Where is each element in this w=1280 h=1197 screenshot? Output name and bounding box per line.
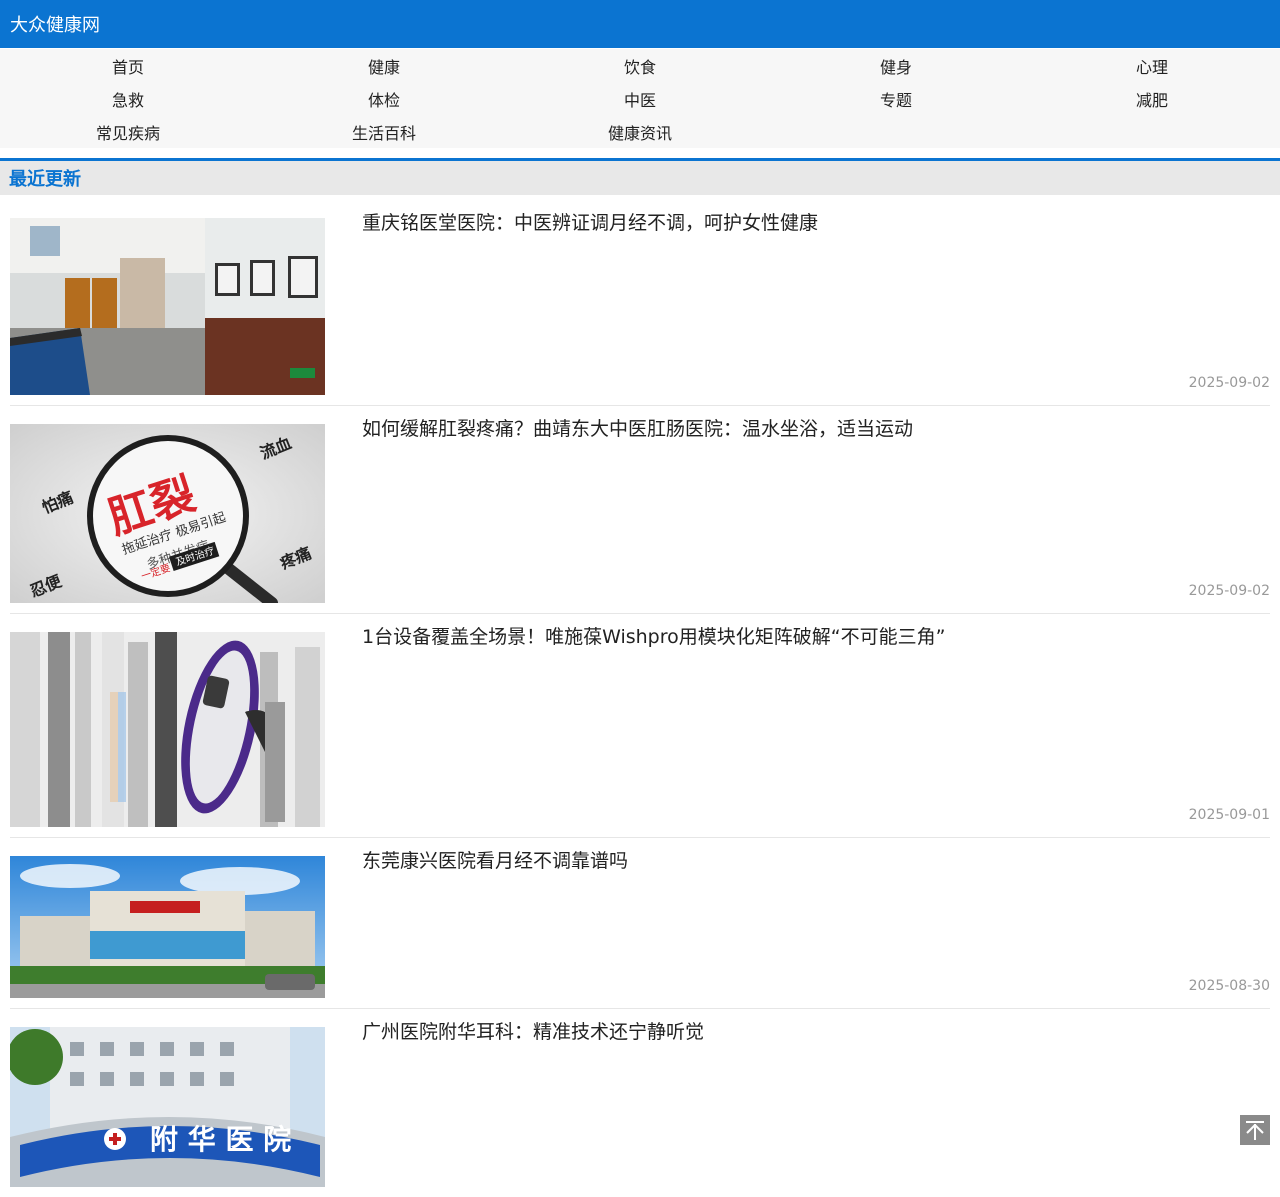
article-thumbnail[interactable]	[10, 856, 325, 998]
arrow-up-icon	[1246, 1121, 1264, 1140]
anal-fissure-image: 肛裂 拖延治疗 极易引起 多种并发症 一定要 及时治疗 流血 怕痛 疼痛 忍便	[10, 424, 325, 603]
article-body: 东莞康兴医院看月经不调靠谱吗 2025-08-30	[325, 850, 1270, 998]
nav-item-fitness[interactable]: 健身	[768, 49, 1024, 82]
site-header: 大众健康网	[0, 0, 1280, 48]
article-date: 2025-09-02	[1188, 583, 1270, 599]
article-item[interactable]: 肛裂 拖延治疗 极易引起 多种并发症 一定要 及时治疗 流血 怕痛 疼痛 忍便 …	[10, 406, 1270, 614]
article-thumbnail[interactable]: 附 华 医 院	[10, 1027, 325, 1187]
hospital-building-image	[10, 856, 325, 998]
article-title[interactable]: 广州医院附华耳科：精准技术还宁静听觉	[362, 1017, 704, 1047]
article-title[interactable]: 东莞康兴医院看月经不调靠谱吗	[362, 846, 628, 876]
nav-item-weight-loss[interactable]: 减肥	[1024, 82, 1280, 115]
beauty-device-image	[10, 632, 325, 827]
nav-item-life-encyclopedia[interactable]: 生活百科	[256, 115, 512, 148]
article-body: 1台设备覆盖全场景！唯施葆Wishpro用模块化矩阵破解“不可能三角” 2025…	[325, 626, 1270, 827]
article-list: 重庆铭医堂医院：中医辨证调月经不调，呵护女性健康 2025-09-02 肛裂 拖…	[0, 195, 1280, 1197]
article-date: 2025-09-02	[1188, 375, 1270, 391]
nav-item-psychology[interactable]: 心理	[1024, 49, 1280, 82]
article-item[interactable]: 附 华 医 院 广州医院附华耳科：精准技术还宁静听觉	[10, 1009, 1270, 1197]
image-sign-text: 附 华 医 院	[150, 1123, 291, 1156]
nav-item-health-news[interactable]: 健康资讯	[512, 115, 768, 148]
article-title[interactable]: 重庆铭医堂医院：中医辨证调月经不调，呵护女性健康	[362, 208, 818, 238]
nav-item-first-aid[interactable]: 急救	[0, 82, 256, 115]
article-body: 广州医院附华耳科：精准技术还宁静听觉	[325, 1021, 1270, 1187]
nav-item-checkup[interactable]: 体检	[256, 82, 512, 115]
nav-item-diet[interactable]: 饮食	[512, 49, 768, 82]
site-title[interactable]: 大众健康网	[10, 11, 100, 37]
nav-item-home[interactable]: 首页	[0, 49, 256, 82]
article-body: 重庆铭医堂医院：中医辨证调月经不调，呵护女性健康 2025-09-02	[325, 212, 1270, 395]
main-nav: 首页 健康 饮食 健身 心理 急救 体检 中医 专题 减肥 常见疾病 生活百科 …	[0, 49, 1280, 148]
section-title: 最近更新	[9, 169, 81, 190]
article-thumbnail[interactable]	[10, 218, 325, 395]
article-item[interactable]: 重庆铭医堂医院：中医辨证调月经不调，呵护女性健康 2025-09-02	[10, 195, 1270, 406]
nav-item-tcm[interactable]: 中医	[512, 82, 768, 115]
article-item[interactable]: 东莞康兴医院看月经不调靠谱吗 2025-08-30	[10, 838, 1270, 1009]
article-thumbnail[interactable]: 肛裂 拖延治疗 极易引起 多种并发症 一定要 及时治疗 流血 怕痛 疼痛 忍便	[10, 424, 325, 603]
article-item[interactable]: 1台设备覆盖全场景！唯施葆Wishpro用模块化矩阵破解“不可能三角” 2025…	[10, 614, 1270, 838]
nav-item-health[interactable]: 健康	[256, 49, 512, 82]
fuhua-hospital-image: 附 华 医 院	[10, 1027, 325, 1187]
clinic-lobby-image	[10, 218, 325, 395]
article-date: 2025-08-30	[1188, 978, 1270, 994]
back-to-top-button[interactable]	[1240, 1115, 1270, 1145]
article-body: 如何缓解肛裂疼痛？曲靖东大中医肛肠医院：温水坐浴，适当运动 2025-09-02	[325, 418, 1270, 603]
article-thumbnail[interactable]	[10, 632, 325, 827]
nav-item-common-diseases[interactable]: 常见疾病	[0, 115, 256, 148]
section-header: 最近更新	[0, 158, 1280, 195]
nav-item-topics[interactable]: 专题	[768, 82, 1024, 115]
article-title[interactable]: 1台设备覆盖全场景！唯施葆Wishpro用模块化矩阵破解“不可能三角”	[362, 622, 945, 652]
article-title[interactable]: 如何缓解肛裂疼痛？曲靖东大中医肛肠医院：温水坐浴，适当运动	[362, 414, 913, 444]
article-date: 2025-09-01	[1188, 807, 1270, 823]
